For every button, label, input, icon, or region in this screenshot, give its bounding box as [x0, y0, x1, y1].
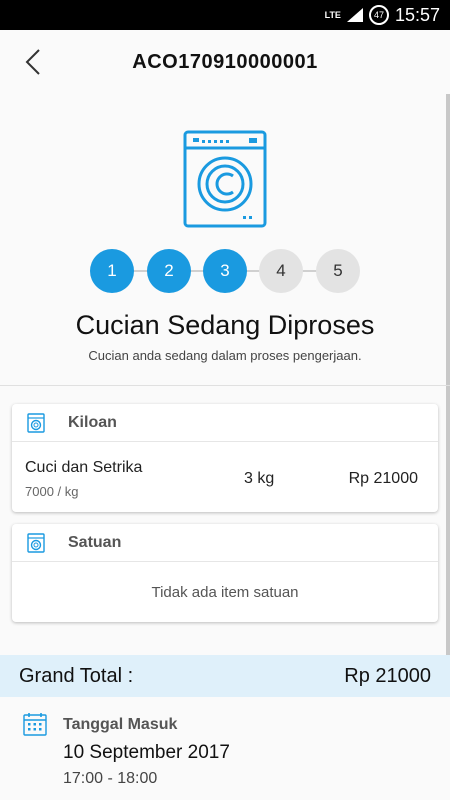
status-bar: LTE 47 15:57 — [0, 0, 450, 30]
back-button[interactable] — [18, 46, 48, 78]
list-item: Cuci dan Setrika 7000 / kg 3 kg Rp 21000 — [12, 442, 438, 512]
satuan-header: Satuan — [12, 524, 438, 562]
status-title: Cucian Sedang Diproses — [75, 310, 375, 340]
tanggal-masuk-time: 17:00 - 18:00 — [63, 770, 158, 787]
item-unit-price: 7000 / kg — [25, 484, 79, 499]
chevron-left-icon — [25, 49, 40, 75]
tanggal-masuk-date: 10 September 2017 — [63, 742, 230, 763]
calendar-icon — [23, 713, 47, 736]
signal-icon — [346, 8, 363, 22]
step-5: 5 — [316, 249, 360, 293]
network-indicator: LTE — [324, 10, 341, 20]
satuan-empty-text: Tidak ada item satuan — [151, 583, 299, 601]
divider — [0, 385, 450, 386]
washing-machine-icon — [27, 412, 45, 433]
tanggal-masuk-label: Tanggal Masuk — [63, 716, 178, 733]
battery-icon: 47 — [368, 5, 389, 25]
step-2: 2 — [147, 249, 191, 293]
grand-total-bar: Grand Total : Rp 21000 — [0, 655, 450, 697]
item-quantity: 3 kg — [244, 470, 275, 487]
tanggal-masuk-section: Tanggal Masuk 10 September 2017 17:00 - … — [0, 697, 450, 800]
item-name: Cuci dan Setrika — [25, 459, 143, 476]
progress-steps: 1 2 3 4 5 — [90, 249, 360, 293]
satuan-label: Satuan — [68, 533, 122, 551]
kiloan-header: Kiloan — [12, 404, 438, 442]
grand-total-value: Rp 21000 — [344, 664, 431, 687]
washing-machine-icon — [183, 128, 267, 228]
kiloan-card: Kiloan Cuci dan Setrika 7000 / kg 3 kg R… — [12, 404, 438, 512]
item-total: Rp 21000 — [348, 470, 418, 487]
grand-total-label: Grand Total : — [19, 664, 134, 687]
step-3: 3 — [203, 249, 247, 293]
status-subtitle: Cucian anda sedang dalam proses pengerja… — [88, 348, 362, 363]
washing-machine-icon — [27, 532, 45, 553]
step-1: 1 — [90, 249, 134, 293]
step-4: 4 — [259, 249, 303, 293]
kiloan-label: Kiloan — [68, 413, 117, 431]
clock: 15:57 — [394, 4, 440, 25]
order-id-title: ACO170910000001 — [132, 50, 318, 73]
satuan-card: Satuan Tidak ada item satuan — [12, 524, 438, 622]
app-bar: ACO170910000001 — [0, 30, 450, 94]
